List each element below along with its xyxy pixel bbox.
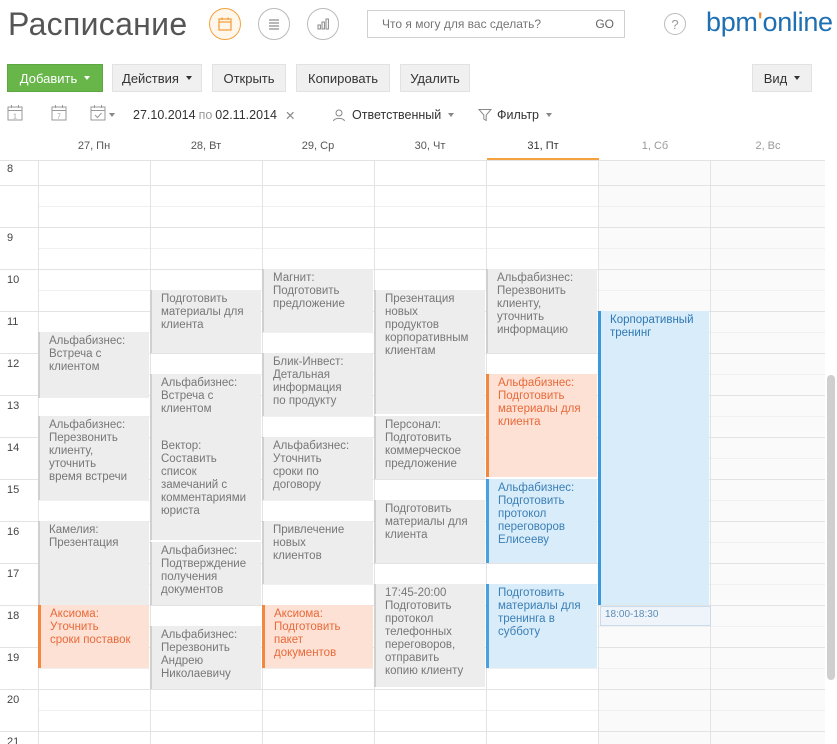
event-thu-protocol[interactable]: 17:45-20:00 Подготовить протокол телефон… (374, 584, 485, 687)
hour-label: 10 (7, 274, 20, 286)
day-header-wed[interactable]: 29, Ср (262, 140, 374, 160)
event-fri-materials[interactable]: Альфабизнес: Подготовить материалы для к… (486, 374, 597, 477)
event-tue-meeting[interactable]: Альфабизнес: Встреча с клиентом (150, 374, 261, 437)
view-menu-button[interactable]: Вид (752, 64, 812, 92)
filter-icon (478, 109, 492, 122)
list-view-button[interactable] (258, 8, 290, 40)
scrollbar[interactable] (827, 375, 835, 680)
grid-line (38, 248, 825, 249)
chevron-down-icon (448, 113, 455, 117)
grid-line (0, 227, 825, 228)
hour-label: 14 (7, 442, 20, 454)
hour-label: 9 (7, 232, 14, 244)
event-mon-deadline[interactable]: Аксиома: Уточнить сроки поставок (38, 605, 149, 668)
event-thu-materials[interactable]: Подготовить материалы для клиента (374, 500, 485, 563)
open-button[interactable]: Открыть (212, 64, 286, 92)
analytics-view-button[interactable] (307, 8, 339, 40)
chevron-down-icon (185, 76, 192, 80)
event-thu-commercial-offer[interactable]: Персонал: Подготовить коммерческое предл… (374, 416, 485, 479)
schedule-grid[interactable]: 8 9 10 11 12 13 14 15 16 17 18 19 20 21 … (0, 160, 825, 744)
event-wed-offer[interactable]: Магнит: Подготовить предложение (262, 269, 373, 332)
add-button[interactable]: Добавить (7, 64, 103, 92)
column-divider (710, 160, 711, 744)
event-mon-presentation[interactable]: Камелия: Презентация (38, 521, 149, 605)
calendar-view-button[interactable] (209, 8, 241, 40)
day-header-sat[interactable]: 1, Сб (599, 140, 711, 160)
grid-line (0, 185, 825, 186)
date-from[interactable]: 27.10.2014 (133, 108, 196, 122)
event-wed-new-clients[interactable]: Привлечение новых клиентов (262, 521, 373, 584)
search-input[interactable] (382, 17, 562, 31)
command-search[interactable]: GO (367, 10, 625, 38)
event-sat-training[interactable]: Корпоративный тренинг (598, 311, 709, 605)
hour-label: 19 (7, 652, 20, 664)
actions-button[interactable]: Действия (112, 64, 202, 92)
event-tue-documents[interactable]: Альфабизнес: Подтверждение получения док… (150, 542, 261, 605)
date-separator: по (198, 108, 213, 122)
chevron-down-icon (794, 76, 801, 80)
event-wed-contract[interactable]: Альфабизнес: Уточнить сроки по договору (262, 437, 373, 500)
day-header-mon[interactable]: 27, Пн (38, 140, 150, 160)
list-icon (269, 19, 279, 30)
event-fri-training-prep[interactable]: Подготовить материалы для тренинга в суб… (486, 584, 597, 668)
event-wed-product-info[interactable]: Блик-Инвест: Детальная информация по про… (262, 353, 373, 416)
logo: bpm'online (706, 7, 833, 37)
event-fri-protocol[interactable]: Альфабизнес: Подготовить протокол перего… (486, 479, 597, 563)
copy-button[interactable]: Копировать (296, 64, 390, 92)
date-to[interactable]: 02.11.2014 (215, 108, 277, 122)
bar-chart-icon (317, 18, 329, 30)
hour-label: 21 (7, 736, 20, 744)
svg-text:1: 1 (13, 114, 17, 121)
grid-line (0, 160, 825, 161)
period-calendar-icon[interactable] (89, 104, 107, 122)
chevron-down-icon (84, 76, 91, 80)
filter-button[interactable]: Фильтр (478, 104, 552, 126)
user-icon (333, 109, 345, 122)
week-calendar-icon[interactable]: 7 (50, 104, 68, 122)
chevron-down-icon (109, 113, 115, 117)
hour-label: 18 (7, 610, 20, 622)
help-icon[interactable]: ? (664, 13, 686, 35)
new-event-slot[interactable]: 18:00-18:30 (600, 606, 711, 626)
delete-button[interactable]: Удалить (400, 64, 470, 92)
grid-line (0, 689, 825, 690)
day-header-sun[interactable]: 2, Вс (711, 140, 825, 160)
grid-line (38, 710, 825, 711)
hour-label: 17 (7, 568, 20, 580)
day-header-thu[interactable]: 30, Чт (374, 140, 486, 160)
svg-text:7: 7 (57, 114, 61, 121)
go-button[interactable]: GO (595, 17, 614, 31)
date-range[interactable]: 27.10.2014 по 02.11.2014 ✕ (133, 104, 295, 126)
grid-line (0, 269, 825, 270)
hour-label: 20 (7, 694, 20, 706)
event-fri-callback[interactable]: Альфабизнес: Перезвонить клиенту, уточни… (486, 269, 597, 353)
page-title: Расписание (8, 6, 188, 42)
hour-label: 16 (7, 526, 20, 538)
calendar-icon (218, 17, 232, 31)
owner-filter[interactable]: Ответственный (332, 104, 455, 126)
event-mon-call[interactable]: Альфабизнес: Перезвонить клиенту, уточни… (38, 416, 149, 500)
event-mon-meeting[interactable]: Альфабизнес: Встреча с клиентом (38, 332, 149, 398)
clear-dates-icon[interactable]: ✕ (285, 108, 295, 123)
event-thu-presentation[interactable]: Презентация новых продуктов корпоративны… (374, 290, 485, 414)
hour-label: 15 (7, 484, 20, 496)
event-wed-docs-package[interactable]: Аксиома: Подготовить пакет документов (262, 605, 373, 668)
hour-label: 12 (7, 358, 20, 370)
chevron-down-icon (546, 113, 552, 117)
event-tue-materials[interactable]: Подготовить материалы для клиента (150, 290, 261, 353)
day-calendar-icon[interactable]: 1 (6, 104, 24, 122)
period-dropdown[interactable] (109, 104, 115, 126)
grid-line (0, 731, 825, 732)
event-tue-remarks[interactable]: Вектор: Составить список замечаний с ком… (150, 437, 261, 540)
event-tue-callback[interactable]: Альфабизнес: Перезвонить Андрею Николаев… (150, 626, 261, 689)
hour-label: 13 (7, 400, 20, 412)
grid-line (38, 206, 825, 207)
hour-label: 11 (7, 316, 19, 328)
day-header-fri-today[interactable]: 31, Пт (487, 140, 599, 160)
hour-label: 8 (7, 163, 14, 175)
day-header-tue[interactable]: 28, Вт (150, 140, 262, 160)
